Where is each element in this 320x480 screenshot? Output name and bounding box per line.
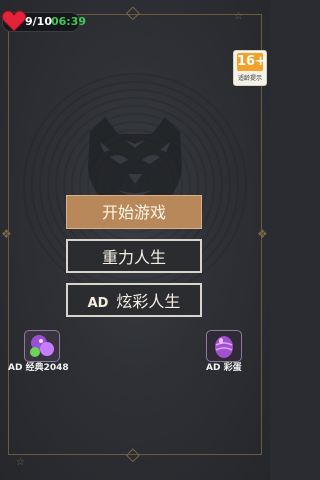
lives-timer-bar: 9/10 06:39 — [1, 10, 86, 32]
candy-icon — [30, 335, 54, 357]
bottom-diamond-ornament: ◇ — [126, 444, 140, 465]
lives-timer: 06:39 — [51, 15, 87, 28]
age-rating-label: 适龄提示 — [237, 75, 262, 82]
lives-count: 9/10 — [25, 15, 52, 28]
ad-badge: AD — [87, 296, 109, 311]
age-rating-number: 16+ — [237, 53, 266, 71]
easter-egg-ad-label[interactable]: AD 彩蛋 — [206, 360, 242, 373]
classic-2048-ad-label[interactable]: AD 经典2048 — [8, 360, 69, 373]
colorful-life-button[interactable]: AD 炫彩人生 — [66, 283, 202, 317]
game-screen: ◇ ☆ ❖ ❖ ◇ ☆ 9/10 06:39 16+ 适龄提示 开始游戏 重力人… — [0, 0, 270, 480]
easter-egg-icon[interactable] — [206, 330, 242, 362]
heart-icon — [1, 10, 27, 32]
purple-egg-icon — [215, 336, 233, 358]
colorful-life-label: 炫彩人生 — [116, 292, 181, 311]
top-diamond-ornament: ◇ — [126, 2, 140, 23]
bottom-left-star-ornament: ☆ — [16, 457, 25, 468]
classic-2048-game-icon[interactable] — [24, 330, 60, 362]
gravity-life-button[interactable]: 重力人生 — [66, 239, 202, 273]
start-game-button[interactable]: 开始游戏 — [66, 195, 202, 229]
right-mid-ornament: ❖ — [257, 227, 268, 241]
left-mid-ornament: ❖ — [1, 227, 12, 241]
age-rating-badge[interactable]: 16+ 适龄提示 — [233, 50, 267, 86]
top-right-star-ornament: ☆ — [234, 11, 243, 22]
